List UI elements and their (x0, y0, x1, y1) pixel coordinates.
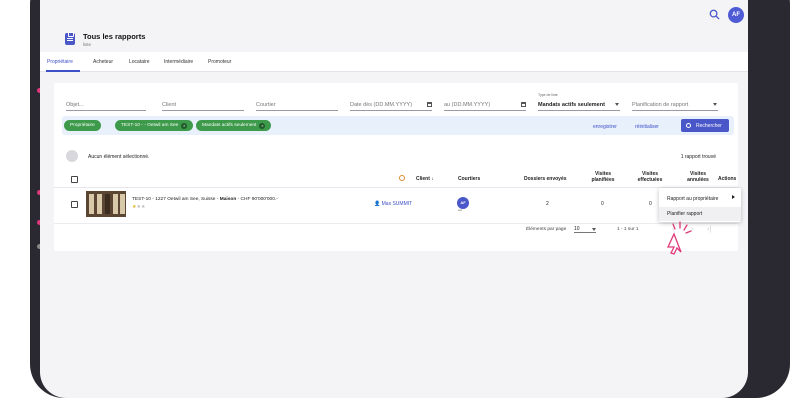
selection-status: Aucun élément sélectionné. (88, 154, 150, 160)
chevron-down-icon (713, 103, 717, 106)
tab-promoteur[interactable]: Promoteur (208, 59, 231, 65)
page-subtitle: liste (83, 42, 92, 47)
save-button[interactable]: enregistrer (593, 124, 617, 130)
user-avatar[interactable]: AF (728, 7, 744, 23)
results-count: 1 rapport trouvé (680, 154, 716, 160)
visites-effectuees-count: 0 (649, 201, 652, 207)
column-header-visites-planifiees[interactable]: Visites planifiées (588, 171, 618, 183)
page-range: 1 - 1 sur 1 (617, 227, 639, 232)
tab-intermediaire[interactable]: Intermédiaire (164, 59, 193, 65)
dossiers-count: 2 (546, 201, 549, 207)
chevron-down-icon (592, 228, 596, 231)
tab-locataire[interactable]: Locataire (129, 59, 150, 65)
last-page-icon[interactable]: ›| (707, 226, 711, 233)
tab-acheteur[interactable]: Acheteur (93, 59, 113, 65)
courtier-filter[interactable]: Courtier (256, 95, 338, 111)
property-thumbnail[interactable] (86, 191, 126, 217)
row-checkbox[interactable] (71, 201, 78, 208)
clock-icon (399, 175, 405, 181)
chip-proprietaire[interactable]: Propriétaire (64, 120, 101, 131)
per-page-label: Éléments par page (526, 227, 567, 232)
column-header-actions: Actions (718, 176, 737, 182)
chip-test-10[interactable]: TEST-10 - - Oetwil am See × (115, 120, 194, 131)
close-icon[interactable]: × (259, 122, 266, 129)
close-icon[interactable]: × (181, 122, 188, 129)
top-bar: AF (40, 0, 748, 28)
column-header-courtiers[interactable]: Courtiers (458, 176, 480, 182)
tab-bar: Propriétaire Acheteur Locataire Interméd… (40, 52, 748, 72)
date-from-filter[interactable]: Date dès (DD.MM.YYYY) (350, 95, 432, 111)
reset-button[interactable]: réinitialiser (635, 124, 659, 130)
objet-filter[interactable]: Objet... (66, 95, 146, 111)
search-icon[interactable] (709, 9, 720, 20)
list-type-select[interactable]: Type de liste Mandats actifs seulement (538, 93, 620, 111)
chip-mandats-actifs[interactable]: Mandats actifs seulement × (196, 120, 272, 131)
date-to-filter[interactable]: au (DD.MM.YYYY) (444, 95, 526, 111)
property-title[interactable]: TEST-10 - 1227 Oetwil am See, Suisse - M… (132, 197, 278, 202)
chevron-down-icon (615, 103, 619, 106)
report-card: Objet... Client Courtier Date dès (DD.MM… (54, 83, 738, 251)
active-tab-indicator (46, 70, 80, 72)
column-header-visites-effectuees[interactable]: Visites effectuées (634, 171, 666, 183)
client-filter[interactable]: Client (162, 95, 244, 111)
courtier-label: test (458, 209, 463, 212)
calendar-icon[interactable] (521, 102, 526, 107)
calendar-icon[interactable] (427, 102, 432, 107)
divider (54, 187, 738, 188)
client-link[interactable]: 👤 Max SUMMIT (374, 201, 412, 207)
click-cursor-icon (666, 221, 692, 255)
property-rating: ★★★ (132, 204, 146, 210)
page-header: Tous les rapports liste (40, 28, 748, 52)
search-button[interactable]: Rechercher (681, 119, 729, 132)
planning-select[interactable]: Planification de rapport (632, 95, 718, 111)
app-screen: AF Tous les rapports liste Propriétaire … (40, 0, 748, 398)
column-header-dossiers[interactable]: Dossiers envoyés (524, 176, 567, 182)
menu-item-rapport-proprietaire[interactable]: Rapport au propriétaire (667, 196, 718, 202)
selection-indicator (66, 150, 78, 162)
search-icon (686, 123, 691, 128)
active-filters-bar: Propriétaire TEST-10 - - Oetwil am See × … (62, 116, 734, 135)
actions-context-menu: Rapport au propriétaire Planifier rappor… (659, 188, 741, 222)
per-page-select[interactable]: 10 (574, 223, 596, 233)
visites-planifiees-count: 0 (601, 201, 604, 207)
divider (54, 223, 738, 224)
courtier-avatar[interactable]: AF (457, 197, 469, 209)
tab-proprietaire[interactable]: Propriétaire (47, 59, 73, 65)
page-title: Tous les rapports (83, 32, 146, 41)
column-header-visites-annulees[interactable]: Visites annulées (682, 171, 714, 183)
select-all-checkbox[interactable] (71, 176, 78, 183)
caret-right-icon (732, 195, 735, 199)
column-header-client[interactable]: Client ↓ (416, 176, 434, 182)
clipboard-icon (65, 32, 75, 45)
